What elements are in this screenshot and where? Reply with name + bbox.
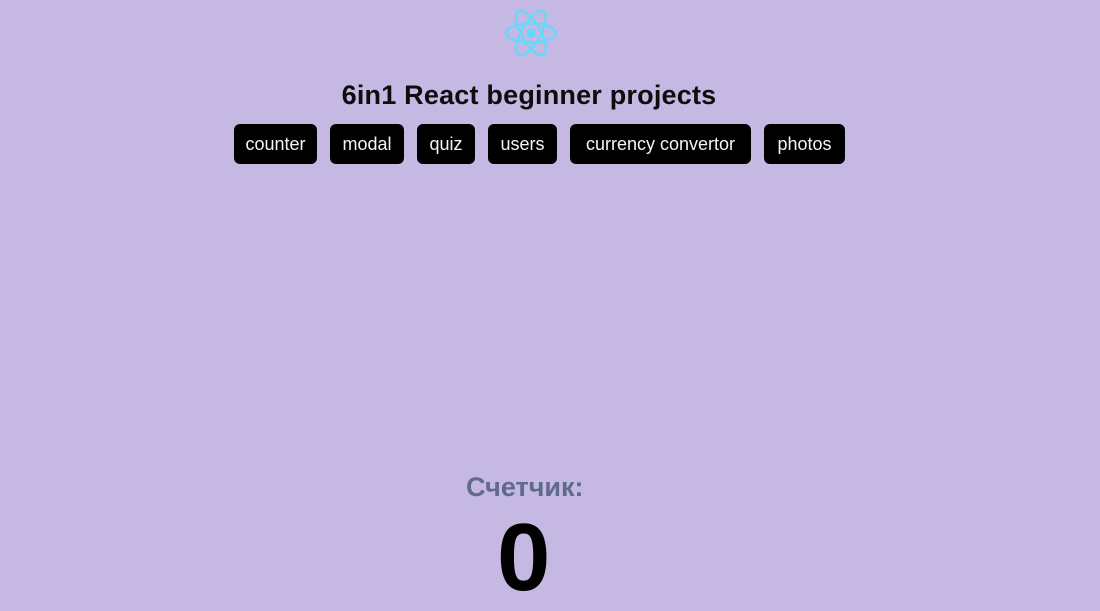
nav-button-modal[interactable]: modal	[330, 124, 404, 164]
counter-heading: Счетчик:	[466, 472, 584, 502]
page-title: 6in1 React beginner projects	[341, 80, 717, 110]
nav-button-quiz[interactable]: quiz	[417, 124, 475, 164]
project-nav: counter modal quiz users currency conver…	[234, 124, 845, 164]
nav-button-users[interactable]: users	[488, 124, 557, 164]
nav-button-photos[interactable]: photos	[764, 124, 845, 164]
counter-value: 0	[497, 504, 551, 611]
nav-button-counter[interactable]: counter	[234, 124, 317, 164]
nav-button-currency-convertor[interactable]: currency convertor	[570, 124, 751, 164]
react-logo-icon	[505, 9, 557, 57]
